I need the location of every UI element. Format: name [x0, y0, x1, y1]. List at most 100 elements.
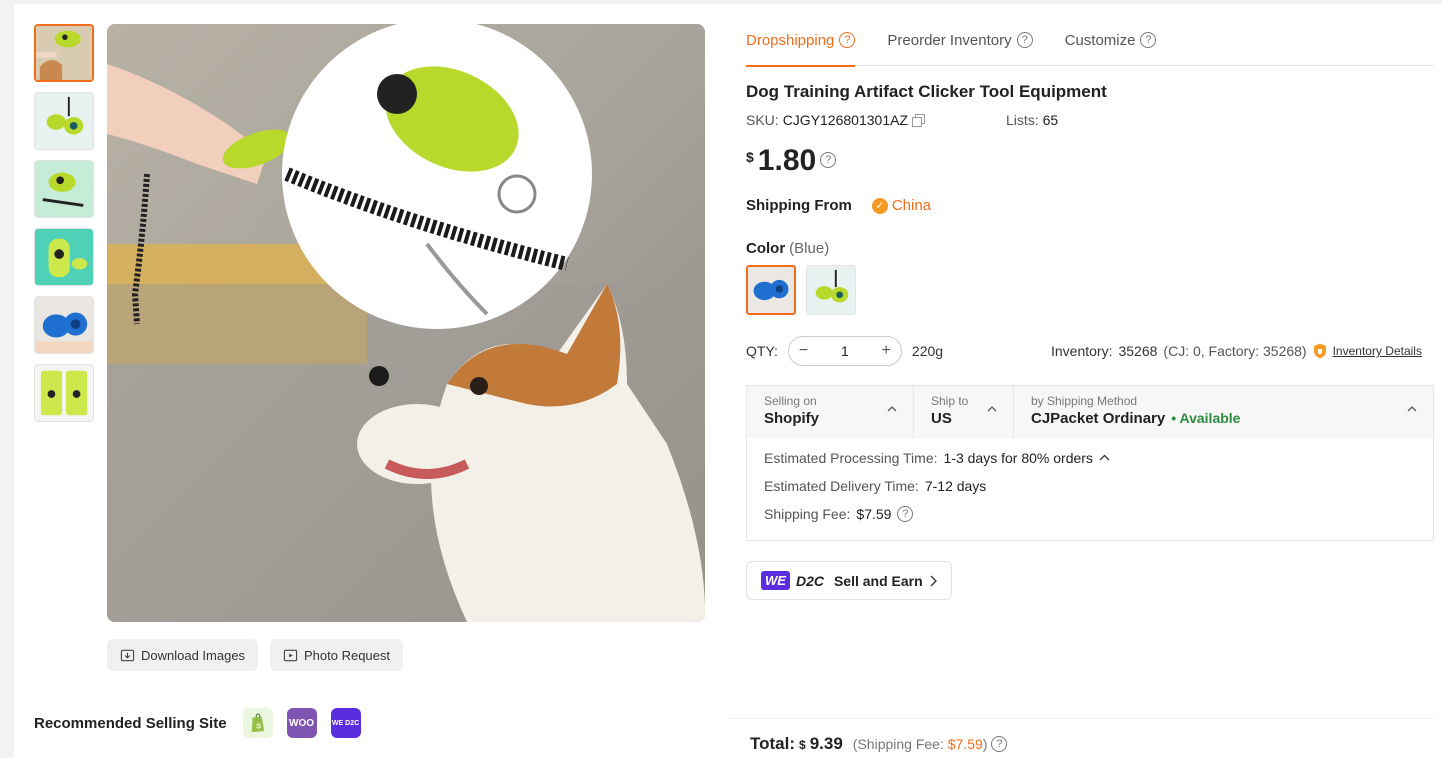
page-left-edge — [0, 0, 14, 758]
qty-value[interactable]: 1 — [841, 343, 849, 359]
price-currency: $ — [746, 149, 754, 165]
download-images-label: Download Images — [141, 647, 246, 663]
selling-on-dropdown[interactable]: Selling on Shopify — [747, 386, 914, 438]
tab-preorder-inventory[interactable]: Preorder Inventory ? — [887, 14, 1033, 66]
chevron-right-icon — [930, 575, 937, 586]
copy-icon[interactable] — [912, 113, 925, 127]
thumb-2[interactable] — [34, 92, 94, 150]
total-shipping-fee: (Shipping Fee: $7.59) — [853, 736, 988, 752]
ship-to-value: US — [931, 410, 952, 427]
quantity-stepper[interactable]: − 1 + — [787, 336, 902, 366]
color-selector: Color (Blue) — [746, 240, 829, 257]
sell-and-earn-label: Sell and Earn — [833, 572, 923, 589]
method-value-row: CJPacket Ordinary • Available — [1031, 410, 1433, 427]
plus-icon[interactable]: + — [882, 342, 891, 360]
svg-text:S: S — [256, 721, 261, 730]
woo-icon-text: WOO — [289, 717, 315, 729]
chevron-up-icon — [887, 406, 897, 412]
tab-label: Dropshipping — [746, 31, 835, 49]
quantity-row: QTY: − 1 + 220g — [746, 336, 943, 366]
shipping-from-label: Shipping From — [746, 197, 852, 214]
availability-status: • Available — [1171, 410, 1241, 426]
color-swatch-green[interactable] — [806, 265, 856, 315]
minus-icon[interactable]: − — [799, 342, 808, 360]
ship-to-label: Ship to — [931, 394, 969, 408]
sell-and-earn-button[interactable]: WE D2C Sell and Earn — [746, 561, 952, 600]
main-product-image[interactable] — [107, 24, 705, 622]
shopify-icon[interactable]: S — [242, 708, 273, 738]
shipping-method-dropdown[interactable]: by Shipping Method CJPacket Ordinary • Av… — [1014, 386, 1433, 438]
help-icon[interactable]: ? — [839, 32, 856, 48]
we-d2c-icon[interactable]: WE D2C — [330, 708, 361, 738]
shipping-options: Selling on Shopify Ship to US by Shippin… — [746, 385, 1434, 541]
fee-value: $7.59 — [856, 506, 892, 522]
recommended-label: Recommended Selling Site — [34, 714, 227, 732]
help-icon[interactable]: ? — [1016, 32, 1033, 48]
thumb-3[interactable] — [34, 160, 94, 218]
color-label: Color — [746, 240, 786, 257]
thumbnail-list — [34, 24, 94, 432]
sku-value: CJGY126801301AZ — [782, 112, 908, 128]
inventory-breakdown: (CJ: 0, Factory: 35268) — [1163, 343, 1307, 359]
price-amount: 1.80 — [757, 144, 817, 177]
total-amount: 9.39 — [809, 734, 843, 753]
help-icon[interactable]: ? — [897, 506, 914, 522]
we-logo: WE — [761, 571, 790, 590]
total-label: Total: — [750, 734, 796, 753]
fee-label: Shipping Fee: — [764, 506, 851, 522]
tab-label: Preorder Inventory — [887, 31, 1012, 49]
tab-label: Customize — [1064, 31, 1136, 49]
color-selected: (Blue) — [789, 240, 830, 257]
divider — [730, 718, 1434, 719]
color-swatch-blue[interactable] — [746, 265, 796, 315]
qty-label: QTY: — [746, 343, 778, 359]
video-frame-icon — [283, 649, 298, 661]
shipping-details: Estimated Processing Time: 1-3 days for … — [747, 438, 1433, 546]
photo-request-button[interactable]: Photo Request — [270, 639, 404, 671]
method-value: CJPacket Ordinary — [1031, 410, 1166, 427]
ship-to-dropdown[interactable]: Ship to US — [914, 386, 1014, 438]
total-fee-suffix: ) — [982, 736, 988, 752]
download-icon — [120, 649, 135, 661]
shipping-from-option[interactable]: ✓ China — [871, 197, 932, 214]
chevron-up-icon — [1407, 406, 1417, 412]
chevron-up-icon — [987, 406, 997, 412]
shipping-from: Shipping From ✓ China — [746, 197, 931, 214]
weight-value: 220g — [911, 343, 944, 359]
lists-value: 65 — [1042, 112, 1059, 128]
shipping-from-value: China — [891, 197, 932, 214]
check-icon: ✓ — [871, 197, 888, 214]
inventory-details-link[interactable]: Inventory Details — [1333, 344, 1422, 358]
thumb-4[interactable] — [34, 228, 94, 286]
help-icon[interactable]: ? — [991, 736, 1008, 752]
page-top-edge — [14, 0, 1442, 4]
d2c-logo: D2C — [795, 572, 824, 589]
inventory-label: Inventory: — [1051, 343, 1113, 359]
recommended-selling-sites: Recommended Selling Site S WOO WE D2C — [34, 708, 361, 738]
total-fee-value: $7.59 — [947, 736, 983, 752]
total-currency: $ — [799, 738, 806, 752]
shield-icon — [1313, 343, 1326, 359]
download-images-button[interactable]: Download Images — [107, 639, 259, 671]
thumb-5[interactable] — [34, 296, 94, 354]
wed2c-icon-text: WE D2C — [331, 719, 360, 727]
tab-dropshipping[interactable]: Dropshipping ? — [746, 14, 856, 67]
tab-customize[interactable]: Customize ? — [1065, 14, 1157, 66]
inventory-info: Inventory: 35268 (CJ: 0, Factory: 35268)… — [1051, 343, 1422, 359]
help-icon[interactable]: ? — [820, 152, 837, 168]
processing-label: Estimated Processing Time: — [764, 450, 938, 466]
sku-label: SKU: — [746, 112, 779, 128]
product-sku: SKU: CJGY126801301AZ — [746, 112, 925, 128]
help-icon[interactable]: ? — [1140, 32, 1157, 48]
product-price: $ 1.80 ? — [746, 144, 837, 178]
woo-icon[interactable]: WOO — [286, 708, 317, 738]
thumb-1[interactable] — [34, 24, 94, 82]
product-title: Dog Training Artifact Clicker Tool Equip… — [746, 82, 1107, 101]
product-lists: Lists: 65 — [1006, 112, 1058, 128]
delivery-time-row: Estimated Delivery Time: 7-12 days — [764, 478, 1416, 494]
thumb-6[interactable] — [34, 364, 94, 422]
chevron-up-icon[interactable] — [1099, 453, 1110, 463]
inventory-value: 35268 — [1118, 343, 1158, 359]
total-price: Total: $ 9.39 (Shipping Fee: $7.59) ? — [750, 734, 1008, 754]
processing-time-row: Estimated Processing Time: 1-3 days for … — [764, 450, 1416, 466]
